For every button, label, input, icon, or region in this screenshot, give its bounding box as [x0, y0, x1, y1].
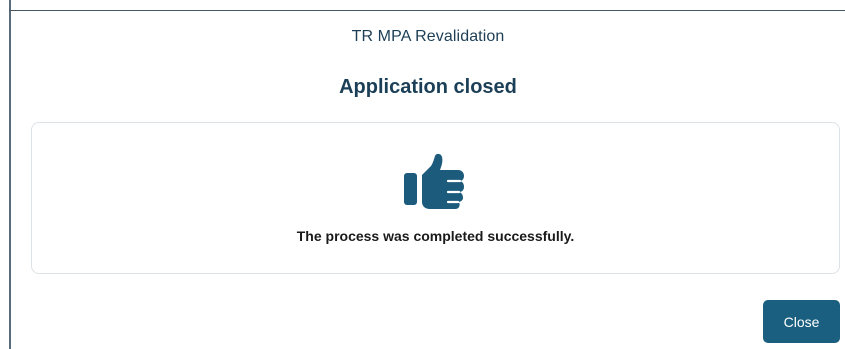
success-message: The process was completed successfully. — [296, 228, 575, 244]
thumbs-up-icon — [404, 153, 464, 209]
dialog-left-border — [9, 0, 11, 349]
dialog-heading: Application closed — [339, 76, 517, 98]
dialog-top-border — [9, 10, 845, 11]
application-closed-dialog: TR MPA Revalidation Application closed T… — [0, 0, 845, 349]
close-button[interactable]: Close — [763, 300, 840, 343]
dialog-window-title: TR MPA Revalidation — [351, 28, 505, 45]
